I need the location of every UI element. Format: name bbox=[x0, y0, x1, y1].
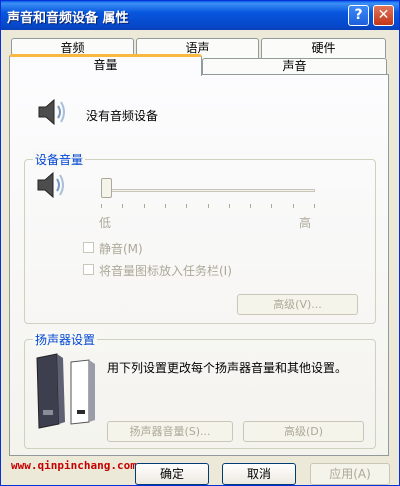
speakers-pair-icon bbox=[36, 353, 95, 429]
tab-sounds[interactable]: 声音 bbox=[202, 58, 387, 75]
volume-slider-tick bbox=[314, 204, 315, 208]
help-button[interactable]: ? bbox=[348, 5, 369, 26]
volume-slider-tick bbox=[144, 204, 145, 208]
volume-slider-tick bbox=[208, 204, 209, 208]
window-title: 声音和音频设备 属性 bbox=[7, 11, 129, 26]
apply-button[interactable]: 应用(A) bbox=[310, 463, 390, 485]
volume-slider-ticks bbox=[101, 204, 315, 208]
tab-hardware-label: 硬件 bbox=[311, 41, 336, 55]
speaker-settings-title: 扬声器设置 bbox=[33, 331, 98, 348]
speaker-settings-description: 用下列设置更改每个扬声器音量和其他设置。 bbox=[107, 361, 348, 375]
speaker-icon bbox=[38, 98, 65, 126]
taskbar-icon-checkbox[interactable] bbox=[83, 264, 94, 275]
tab-audio-label: 音频 bbox=[60, 41, 85, 55]
title-bar[interactable]: 声音和音频设备 属性 ? ✕ bbox=[1, 1, 399, 30]
tab-volume-label: 音量 bbox=[93, 58, 118, 72]
mute-label: 静音(M) bbox=[99, 242, 143, 256]
volume-slider-tick bbox=[101, 204, 102, 208]
volume-slider-track bbox=[101, 189, 315, 192]
tab-hardware[interactable]: 硬件 bbox=[261, 38, 386, 58]
volume-slider-tick bbox=[229, 204, 230, 208]
speaker-volume-button[interactable]: 扬声器音量(S)... bbox=[107, 421, 233, 442]
tab-sounds-label: 声音 bbox=[282, 59, 307, 73]
tab-volume[interactable]: 音量 bbox=[9, 54, 202, 76]
advanced-volume-button[interactable]: 高级(V)... bbox=[237, 294, 358, 315]
volume-tab-panel: 没有音频设备 设备音量 低 高 静音(M) 将音量图标放入任务栏(I) 高级(V… bbox=[9, 74, 389, 456]
volume-low-label: 低 bbox=[99, 216, 112, 230]
watermark-text: www.qinpinchang.com bbox=[11, 459, 137, 472]
volume-slider-thumb[interactable] bbox=[101, 178, 112, 198]
mute-checkbox[interactable] bbox=[83, 242, 94, 253]
volume-slider-tick bbox=[293, 204, 294, 208]
volume-slider-tick bbox=[186, 204, 187, 208]
cancel-button[interactable]: 取消 bbox=[222, 463, 296, 485]
close-button[interactable]: ✕ bbox=[373, 5, 394, 26]
volume-slider-tick bbox=[250, 204, 251, 208]
properties-window: 声音和音频设备 属性 ? ✕ 音频 语声 硬件 音量 声音 没有音频设备 设备音… bbox=[0, 0, 400, 486]
device-volume-title: 设备音量 bbox=[33, 151, 86, 168]
volume-slider-tick bbox=[122, 204, 123, 208]
volume-slider[interactable] bbox=[101, 176, 315, 216]
taskbar-icon-label: 将音量图标放入任务栏(I) bbox=[99, 264, 232, 278]
volume-high-label: 高 bbox=[299, 216, 312, 230]
device-volume-speaker-icon bbox=[37, 171, 64, 199]
volume-slider-tick bbox=[165, 204, 166, 208]
tab-voice-label: 语声 bbox=[185, 41, 210, 55]
speaker-settings-group: 扬声器设置 用下列设置更改每个扬声器音量和其他设置。 扬声器音量(S)... 高… bbox=[24, 331, 376, 449]
volume-slider-tick bbox=[271, 204, 272, 208]
ok-button[interactable]: 确定 bbox=[135, 463, 209, 485]
speaker-advanced-button[interactable]: 高级(D) bbox=[243, 421, 364, 442]
device-volume-group: 设备音量 低 高 静音(M) 将音量图标放入任务栏(I) 高级(V)... bbox=[24, 151, 376, 324]
device-status-text: 没有音频设备 bbox=[86, 109, 159, 123]
